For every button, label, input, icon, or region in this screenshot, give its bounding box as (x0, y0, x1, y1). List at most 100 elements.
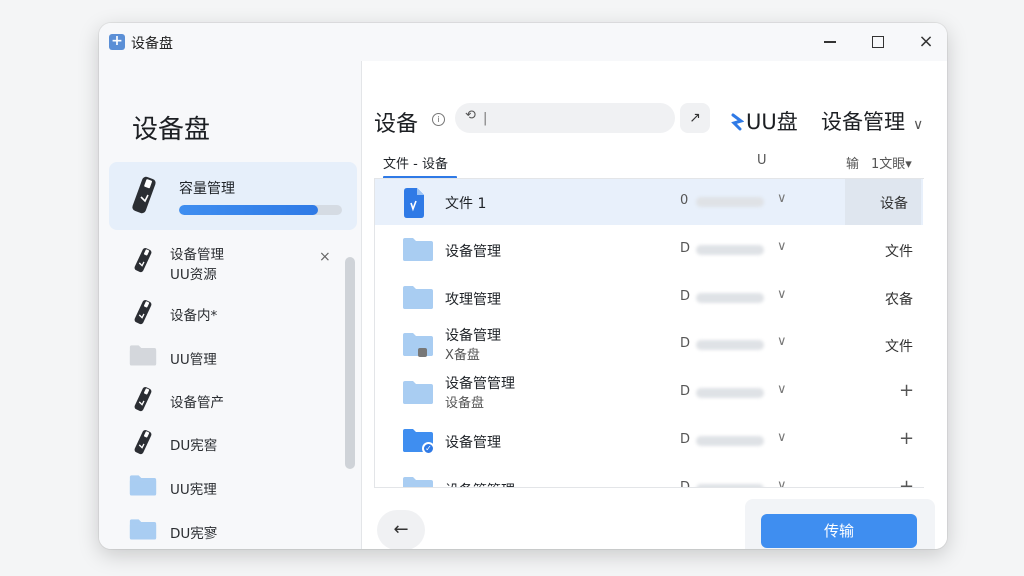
send-panel: 传输 (745, 499, 935, 549)
file-name: 设备管理 (445, 328, 501, 344)
add-icon[interactable]: + (899, 428, 914, 449)
folder-gray-icon (129, 343, 157, 371)
search-input[interactable] (483, 107, 663, 129)
column-header-2[interactable]: 输 (846, 153, 859, 172)
file-subname: X备盘 (445, 348, 480, 363)
close-icon[interactable]: × (319, 249, 331, 265)
sidebar-item-label: DU宪窖 (170, 438, 218, 454)
manage-menu-label: 设备管理 (821, 110, 905, 134)
capacity-card[interactable]: 容量管理 (109, 162, 357, 230)
row-action-label[interactable]: 文件 (885, 241, 913, 261)
chevron-down-icon[interactable]: ∨ (777, 430, 787, 445)
usb-drive-icon (129, 247, 157, 279)
capacity-label: 容量管理 (179, 181, 235, 197)
capacity-bar (179, 205, 342, 215)
sidebar-item-label: 设备管理 (170, 247, 224, 263)
brand-label: UU盘 (746, 110, 798, 134)
capacity-fill (179, 205, 318, 215)
sidebar-item-label: UU宪理 (170, 482, 217, 498)
file-size-placeholder (696, 245, 764, 255)
usb-drive-icon (129, 299, 157, 331)
arrow-diagonal-icon: ↗ (689, 110, 701, 126)
file-size-placeholder (696, 388, 764, 398)
maximize-icon (872, 36, 884, 48)
sidebar-item-label: UU管理 (170, 352, 217, 368)
file-size-placeholder (696, 436, 764, 446)
search-box[interactable]: ⟲ (455, 103, 675, 133)
folder-icon (402, 378, 434, 410)
sidebar: 设备盘 容量管理 设备管理 UU资源 × 设备内* UU管理设备管产 DU宪窖 UU宪理 DU… (99, 61, 361, 549)
folder-icon (402, 235, 434, 267)
usb-file-icon (402, 187, 426, 223)
column-header-1[interactable]: U (757, 153, 767, 168)
back-button[interactable]: ← (377, 510, 425, 549)
sidebar-item[interactable]: DU宪寥 (99, 511, 344, 549)
file-row[interactable]: 设备管理 D ∨ 文件 (375, 227, 923, 273)
file-name: 设备管理 (445, 435, 501, 451)
sidebar-item-label: 设备内* (170, 308, 218, 324)
file-row[interactable]: 文件 1 0 ∨ 设备 (375, 179, 923, 225)
file-size-placeholder (696, 293, 764, 303)
brand: UU盘 (730, 106, 798, 136)
uu-logo-icon (731, 113, 744, 131)
chevron-down-icon[interactable]: ∨ (777, 478, 787, 487)
sidebar-item[interactable]: UU管理 (99, 337, 344, 377)
file-meta: 0 (680, 193, 689, 208)
page-title: 设备 (374, 112, 419, 137)
close-button[interactable]: × (911, 29, 941, 55)
folder-check-icon: ✓ (402, 426, 435, 458)
file-meta: D (680, 432, 691, 447)
file-row[interactable]: ✓ 设备管理 D ∨ + (375, 418, 923, 464)
folder-lock-icon (402, 330, 434, 362)
file-name: 设备管管理 (445, 480, 515, 487)
row-action-button[interactable]: 设备 (845, 179, 921, 225)
sidebar-item[interactable]: UU宪理 (99, 467, 344, 507)
file-name: 设备管理 (445, 244, 501, 260)
sidebar-item[interactable]: 设备管理 UU资源 × (99, 241, 344, 283)
chevron-down-icon[interactable]: ∨ (777, 382, 787, 397)
folder-icon (402, 474, 434, 487)
chevron-down-icon[interactable]: ∨ (777, 287, 787, 302)
file-row[interactable]: 设备管理 X备盘 D ∨ 文件 (375, 322, 923, 368)
app-icon: + (109, 34, 125, 50)
window-title: 设备盘 (131, 36, 173, 52)
file-row[interactable]: 设备管管理 D ∨ + (375, 466, 923, 487)
minimize-button[interactable] (815, 29, 845, 55)
file-name: 文件 1 (445, 196, 487, 212)
sidebar-item[interactable]: 设备内* (99, 293, 344, 333)
file-meta: D (680, 241, 691, 256)
chevron-down-icon[interactable]: ∨ (777, 191, 787, 206)
title-bar: + 设备盘 × (99, 23, 947, 61)
sidebar-item[interactable]: DU宪窖 (99, 423, 344, 463)
file-row[interactable]: 攻理管理 D ∨ 农备 (375, 275, 923, 321)
send-button[interactable]: 传输 (761, 514, 917, 548)
sidebar-item-label: 设备管产 (170, 395, 224, 411)
file-size-placeholder (696, 484, 764, 487)
sidebar-title: 设备盘 (132, 115, 211, 145)
chevron-down-icon[interactable]: ∨ (777, 334, 787, 349)
row-action-label[interactable]: 文件 (885, 336, 913, 356)
file-list: 文件 1 0 ∨ 设备 设备管理 D ∨ 文件 攻理管理 D ∨ 农备 设备管理 X备盘 D ∨ 文件 设备管管理… (374, 178, 924, 488)
sidebar-scrollbar[interactable] (345, 257, 355, 469)
row-action-label[interactable]: 农备 (885, 289, 913, 309)
file-name: 设备管管理 (445, 376, 515, 392)
chevron-down-icon: ∨ (913, 117, 924, 133)
file-size-placeholder (696, 197, 764, 207)
info-icon[interactable]: i (432, 113, 445, 126)
usb-drive-icon (129, 429, 157, 461)
file-meta: D (680, 289, 691, 304)
column-header-3[interactable]: 1文眼▾ (871, 153, 912, 172)
main-panel: 设备 i ⟲ ↗ UU盘 设备管理 ∨ 文件 - 设备 U 输 1文眼▾ 文件 1… (362, 61, 947, 549)
file-row[interactable]: 设备管管理 设备盘 D ∨ + (375, 370, 923, 416)
add-icon[interactable]: + (899, 380, 914, 401)
sidebar-item[interactable]: 设备管产 (99, 380, 344, 420)
tab-files[interactable]: 文件 - 设备 (383, 153, 448, 172)
add-icon[interactable]: + (899, 476, 914, 487)
manage-menu[interactable]: 设备管理 ∨ (821, 106, 923, 136)
file-subname: 设备盘 (445, 396, 485, 411)
sidebar-item-label: DU宪寥 (170, 526, 218, 542)
maximize-button[interactable] (863, 29, 893, 55)
expand-button[interactable]: ↗ (680, 103, 710, 133)
chevron-down-icon[interactable]: ∨ (777, 239, 787, 254)
sync-icon: ⟲ (465, 108, 476, 123)
